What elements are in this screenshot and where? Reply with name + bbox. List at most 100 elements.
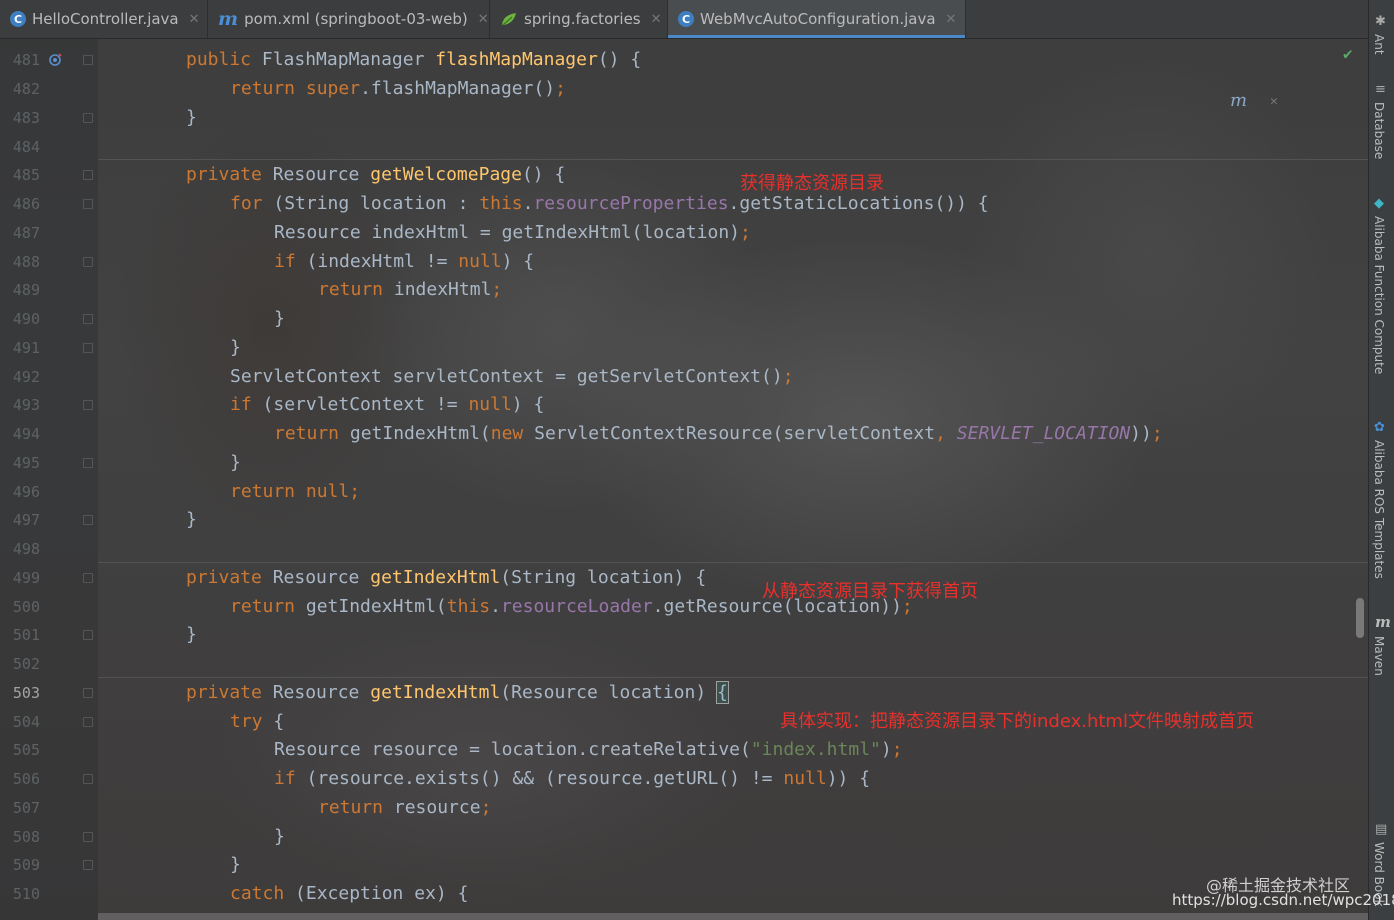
fold-marker-icon[interactable] [83,343,93,353]
fold-marker-icon[interactable] [83,717,93,727]
fold-marker-icon[interactable] [83,458,93,468]
inspection-ok-icon[interactable]: ✔ [1343,44,1353,63]
tool-window-maven[interactable]: Maven [1372,636,1386,676]
maven-icon: m [1375,613,1391,631]
fold-marker-icon[interactable] [83,314,93,324]
tab-spring-factories[interactable]: spring.factories ✕ [490,0,668,38]
line-number: 495 [12,454,40,472]
code-line: ServletContext servletContext = getServl… [230,366,794,387]
code-line: } [230,854,241,875]
line-number: 486 [12,195,40,213]
code-line: return null; [230,481,361,502]
fold-marker-icon[interactable] [83,774,93,784]
code-line: return super.flashMapManager(); [230,78,566,99]
fold-marker-icon[interactable] [83,860,93,870]
close-icon[interactable]: ✕ [478,12,489,27]
spring-leaf-icon [500,11,518,27]
tab-label: pom.xml (springboot-03-web) [244,10,468,28]
code-line: try { [230,711,285,732]
vertical-scrollbar[interactable] [1356,598,1364,638]
line-number: 504 [12,713,40,731]
line-number: 507 [12,799,40,817]
line-number: 498 [12,540,40,558]
annotation-note: 从静态资源目录下获得首页 [762,581,978,602]
line-number-gutter[interactable]: 481 482 483 484 485 486 487 488 489 490 … [0,38,98,920]
code-line: if (indexHtml != null) { [274,251,535,272]
word-book-icon: ▤ [1375,822,1388,837]
code-editor[interactable]: public FlashMapManager flashMapManager()… [98,38,1368,920]
horizontal-scrollbar[interactable] [98,913,1368,920]
code-line: if (resource.exists() && (resource.getUR… [274,768,871,789]
class-c-icon: C [678,11,694,27]
fold-marker-icon[interactable] [83,170,93,180]
override-method-icon[interactable] [48,52,62,66]
fold-marker-icon[interactable] [83,515,93,525]
close-icon[interactable]: ✕ [189,12,200,27]
line-number: 491 [12,339,40,357]
code-line: } [230,337,241,358]
line-number: 484 [12,138,40,156]
line-number: 493 [12,396,40,414]
tool-window-ros-templates[interactable]: Alibaba ROS Templates [1372,440,1386,579]
fold-marker-icon[interactable] [83,199,93,209]
method-separator [98,159,1368,160]
line-number: 500 [12,598,40,616]
code-line: } [230,452,241,473]
fold-marker-icon[interactable] [83,113,93,123]
code-line: } [186,509,197,530]
close-icon[interactable]: ✕ [1270,94,1278,109]
fold-marker-icon[interactable] [83,688,93,698]
line-number: 497 [12,511,40,529]
right-tool-strip: ✱ Ant ≡ Database ◆ Alibaba Function Comp… [1368,0,1394,920]
line-number: 482 [12,80,40,98]
maven-m-icon: m [218,8,239,30]
code-line: catch (Exception ex) { [230,883,469,904]
line-number: 502 [12,655,40,673]
code-line: } [274,826,285,847]
method-separator [98,562,1368,563]
code-line: private Resource getIndexHtml(String loc… [186,567,707,588]
code-line: Resource indexHtml = getIndexHtml(locati… [274,222,751,243]
tool-window-function-compute[interactable]: Alibaba Function Compute [1372,216,1386,374]
line-number: 505 [12,741,40,759]
code-line: return indexHtml; [318,279,503,300]
line-number: 496 [12,483,40,501]
line-number: 481 [12,51,40,69]
tool-window-ant[interactable]: Ant [1372,34,1386,55]
line-number: 487 [12,224,40,242]
code-line: } [186,624,197,645]
annotation-note: 获得静态资源目录 [740,173,884,194]
fold-marker-icon[interactable] [83,257,93,267]
line-number: 494 [12,425,40,443]
fold-marker-icon[interactable] [83,55,93,65]
line-number-current: 503 [12,684,40,702]
tab-hello-controller[interactable]: C HelloController.java ✕ [0,0,208,38]
fold-marker-icon[interactable] [83,630,93,640]
matched-brace: { [716,681,729,704]
ros-templates-icon: ✿ [1374,420,1385,435]
close-icon[interactable]: ✕ [651,12,662,27]
tab-webmvc-autoconfiguration[interactable]: C WebMvcAutoConfiguration.java ✕ [668,0,966,38]
code-line: Resource resource = location.createRelat… [274,739,903,760]
annotation-note: 具体实现：把静态资源目录下的index.html文件映射成首页 [780,711,1254,732]
function-compute-icon: ◆ [1374,196,1384,211]
watermark-url: https://blog.csdn.net/wpc2018 [1172,891,1394,909]
line-number: 488 [12,253,40,271]
code-line-current: private Resource getIndexHtml(Resource l… [186,681,729,704]
tool-window-database[interactable]: Database [1372,102,1386,159]
maven-reload-icon[interactable]: m [1230,90,1247,111]
tab-pom-xml[interactable]: m pom.xml (springboot-03-web) ✕ [208,0,490,38]
line-number: 485 [12,166,40,184]
editor-tab-bar: C HelloController.java ✕ m pom.xml (spri… [0,0,1368,39]
code-line: } [186,107,197,128]
method-separator [98,677,1368,678]
line-number: 490 [12,310,40,328]
database-icon: ≡ [1375,82,1386,97]
code-line: for (String location : this.resourceProp… [230,193,989,214]
close-icon[interactable]: ✕ [946,12,957,27]
line-number: 510 [12,885,40,903]
code-line: private Resource getWelcomePage() { [186,164,566,185]
fold-marker-icon[interactable] [83,832,93,842]
fold-marker-icon[interactable] [83,573,93,583]
fold-marker-icon[interactable] [83,400,93,410]
